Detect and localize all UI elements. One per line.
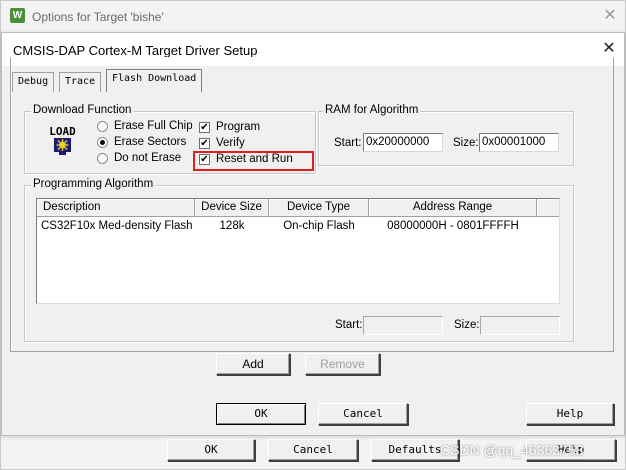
- options-window-title: Options for Target 'bishe': [32, 10, 164, 24]
- row-address-range-cell[interactable]: 08000000H - 0801FFFFH: [369, 220, 537, 232]
- verify-label[interactable]: Verify: [216, 137, 245, 149]
- erase-full-chip-label[interactable]: Erase Full Chip: [114, 120, 193, 132]
- ram-start-field[interactable]: 0x20000000: [363, 133, 443, 152]
- tab-debug[interactable]: Debug: [12, 72, 55, 92]
- column-header-description[interactable]: Description: [37, 199, 195, 217]
- options-window-titlebar: W Options for Target 'bishe' ✕: [1, 1, 625, 33]
- help-button[interactable]: Help: [526, 403, 614, 425]
- remove-button[interactable]: Remove: [305, 353, 380, 375]
- do-not-erase-radio[interactable]: [97, 153, 108, 164]
- ram-start-label: Start:: [334, 137, 362, 149]
- do-not-erase-label[interactable]: Do not Erase: [114, 152, 181, 164]
- outer-cancel-button[interactable]: Cancel: [268, 439, 358, 461]
- column-header-filler: [537, 199, 559, 217]
- cancel-button[interactable]: Cancel: [318, 403, 408, 425]
- load-icon: LOAD: [49, 125, 76, 155]
- download-function-title: Download Function: [31, 104, 134, 116]
- column-header-device-type[interactable]: Device Type: [269, 199, 369, 217]
- erase-sectors-label[interactable]: Erase Sectors: [114, 136, 186, 148]
- programming-algorithm-title: Programming Algorithm: [31, 178, 156, 190]
- ram-size-field[interactable]: 0x00001000: [479, 133, 559, 152]
- erase-sectors-radio[interactable]: [97, 137, 108, 148]
- ram-size-label: Size:: [453, 137, 479, 149]
- ok-button[interactable]: OK: [216, 403, 306, 425]
- program-label[interactable]: Program: [216, 121, 260, 133]
- tab-trace[interactable]: Trace: [59, 72, 102, 92]
- outer-ok-button[interactable]: OK: [167, 439, 255, 461]
- tab-flash-download[interactable]: Flash Download: [106, 69, 203, 92]
- add-button[interactable]: Add: [216, 353, 290, 375]
- algo-start-field[interactable]: [363, 316, 443, 335]
- options-window-close-icon[interactable]: ✕: [597, 5, 623, 29]
- program-checkbox[interactable]: ✔: [199, 122, 210, 133]
- algo-start-label: Start:: [335, 319, 363, 331]
- csdn-watermark: CSDN @qq_46363758: [440, 442, 584, 458]
- column-header-device-size[interactable]: Device Size: [195, 199, 269, 217]
- algo-size-field[interactable]: [480, 316, 560, 335]
- column-header-address-range[interactable]: Address Range: [369, 199, 537, 217]
- row-description-cell[interactable]: CS32F10x Med-density Flash: [41, 220, 192, 232]
- ram-for-algorithm-title: RAM for Algorithm: [323, 104, 421, 116]
- load-icon-label: LOAD: [49, 125, 76, 138]
- reset-and-run-highlight-box: [193, 151, 314, 171]
- row-device-size-cell[interactable]: 128k: [195, 220, 269, 232]
- algorithm-list[interactable]: Description Device Size Device Type Addr…: [36, 198, 560, 304]
- algo-size-label: Size:: [454, 319, 480, 331]
- row-device-type-cell[interactable]: On-chip Flash: [269, 220, 369, 232]
- dialog-title: CMSIS-DAP Cortex-M Target Driver Setup: [13, 43, 258, 58]
- verify-checkbox[interactable]: ✔: [199, 138, 210, 149]
- erase-full-chip-radio[interactable]: [97, 121, 108, 132]
- keil-logo-icon: W: [10, 8, 25, 23]
